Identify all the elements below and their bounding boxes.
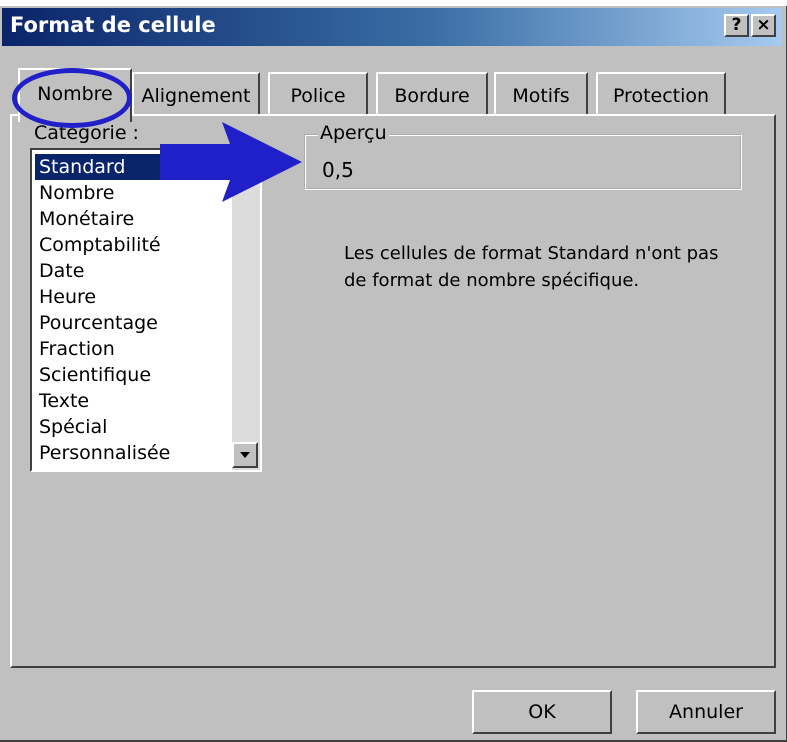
format-description: Les cellules de format Standard n'ont pa… — [344, 243, 719, 291]
close-button[interactable]: × — [751, 14, 776, 37]
cancel-button[interactable]: Annuler — [636, 690, 776, 734]
tab-label: Alignement — [141, 85, 251, 107]
category-item-special[interactable]: Spécial — [35, 414, 227, 440]
tab-label: Motifs — [512, 85, 570, 107]
tab-protection[interactable]: Protection — [596, 72, 726, 116]
scroll-down-button[interactable] — [232, 442, 258, 468]
preview-label: Aperçu — [318, 122, 389, 144]
cancel-label: Annuler — [669, 701, 743, 723]
category-item-pourcentage[interactable]: Pourcentage — [35, 310, 227, 336]
tab-label: Bordure — [394, 85, 470, 107]
close-icon: × — [756, 15, 771, 35]
window-title: Format de cellule — [10, 13, 216, 37]
tab-bordure[interactable]: Bordure — [376, 72, 488, 116]
tab-motifs[interactable]: Motifs — [494, 72, 588, 116]
category-item-texte[interactable]: Texte — [35, 388, 227, 414]
category-item-fraction[interactable]: Fraction — [35, 336, 227, 362]
category-item-heure[interactable]: Heure — [35, 284, 227, 310]
category-item-comptabilite[interactable]: Comptabilité — [35, 232, 227, 258]
annotation-ellipse — [12, 68, 132, 128]
tab-alignement[interactable]: Alignement — [132, 72, 260, 116]
help-icon: ? — [731, 15, 742, 35]
category-item-personnalisee[interactable]: Personnalisée — [35, 440, 227, 466]
category-item-monetaire[interactable]: Monétaire — [35, 206, 227, 232]
ok-label: OK — [528, 701, 556, 723]
ok-button[interactable]: OK — [472, 690, 612, 734]
category-item-scientifique[interactable]: Scientifique — [35, 362, 227, 388]
title-bar: Format de cellule ? × — [2, 8, 782, 46]
format-cells-dialog: Format de cellule ? × Nombre Alignement … — [0, 6, 787, 742]
category-item-standard[interactable]: Standard — [35, 154, 175, 180]
category-item-date[interactable]: Date — [35, 258, 227, 284]
tab-label: Police — [290, 85, 346, 107]
chevron-down-icon — [240, 452, 250, 458]
tab-label: Protection — [612, 85, 710, 107]
annotation-arrow-icon — [160, 122, 302, 202]
preview-value: 0,5 — [322, 158, 354, 182]
help-button[interactable]: ? — [724, 14, 749, 37]
tab-police[interactable]: Police — [268, 72, 368, 116]
